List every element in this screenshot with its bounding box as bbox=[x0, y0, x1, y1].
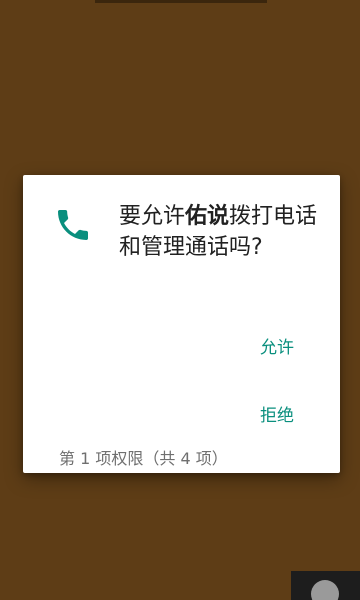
prompt-prefix: 要允许 bbox=[119, 204, 186, 229]
allow-button[interactable]: 允许 bbox=[254, 329, 300, 362]
permission-counter: 第 1 项权限（共 4 项） bbox=[59, 449, 228, 468]
deny-button[interactable]: 拒绝 bbox=[254, 397, 300, 430]
download-icon bbox=[311, 580, 339, 600]
permission-prompt: 要允许佑说拨打电话和管理通话吗? bbox=[119, 201, 324, 263]
download-button[interactable] bbox=[291, 571, 360, 600]
app-name: 佑说 bbox=[185, 204, 230, 229]
permission-dialog: 要允许佑说拨打电话和管理通话吗? 允许 拒绝 第 1 项权限（共 4 项） bbox=[23, 175, 340, 473]
status-bar-strip bbox=[95, 0, 267, 3]
phone-icon bbox=[58, 210, 88, 240]
